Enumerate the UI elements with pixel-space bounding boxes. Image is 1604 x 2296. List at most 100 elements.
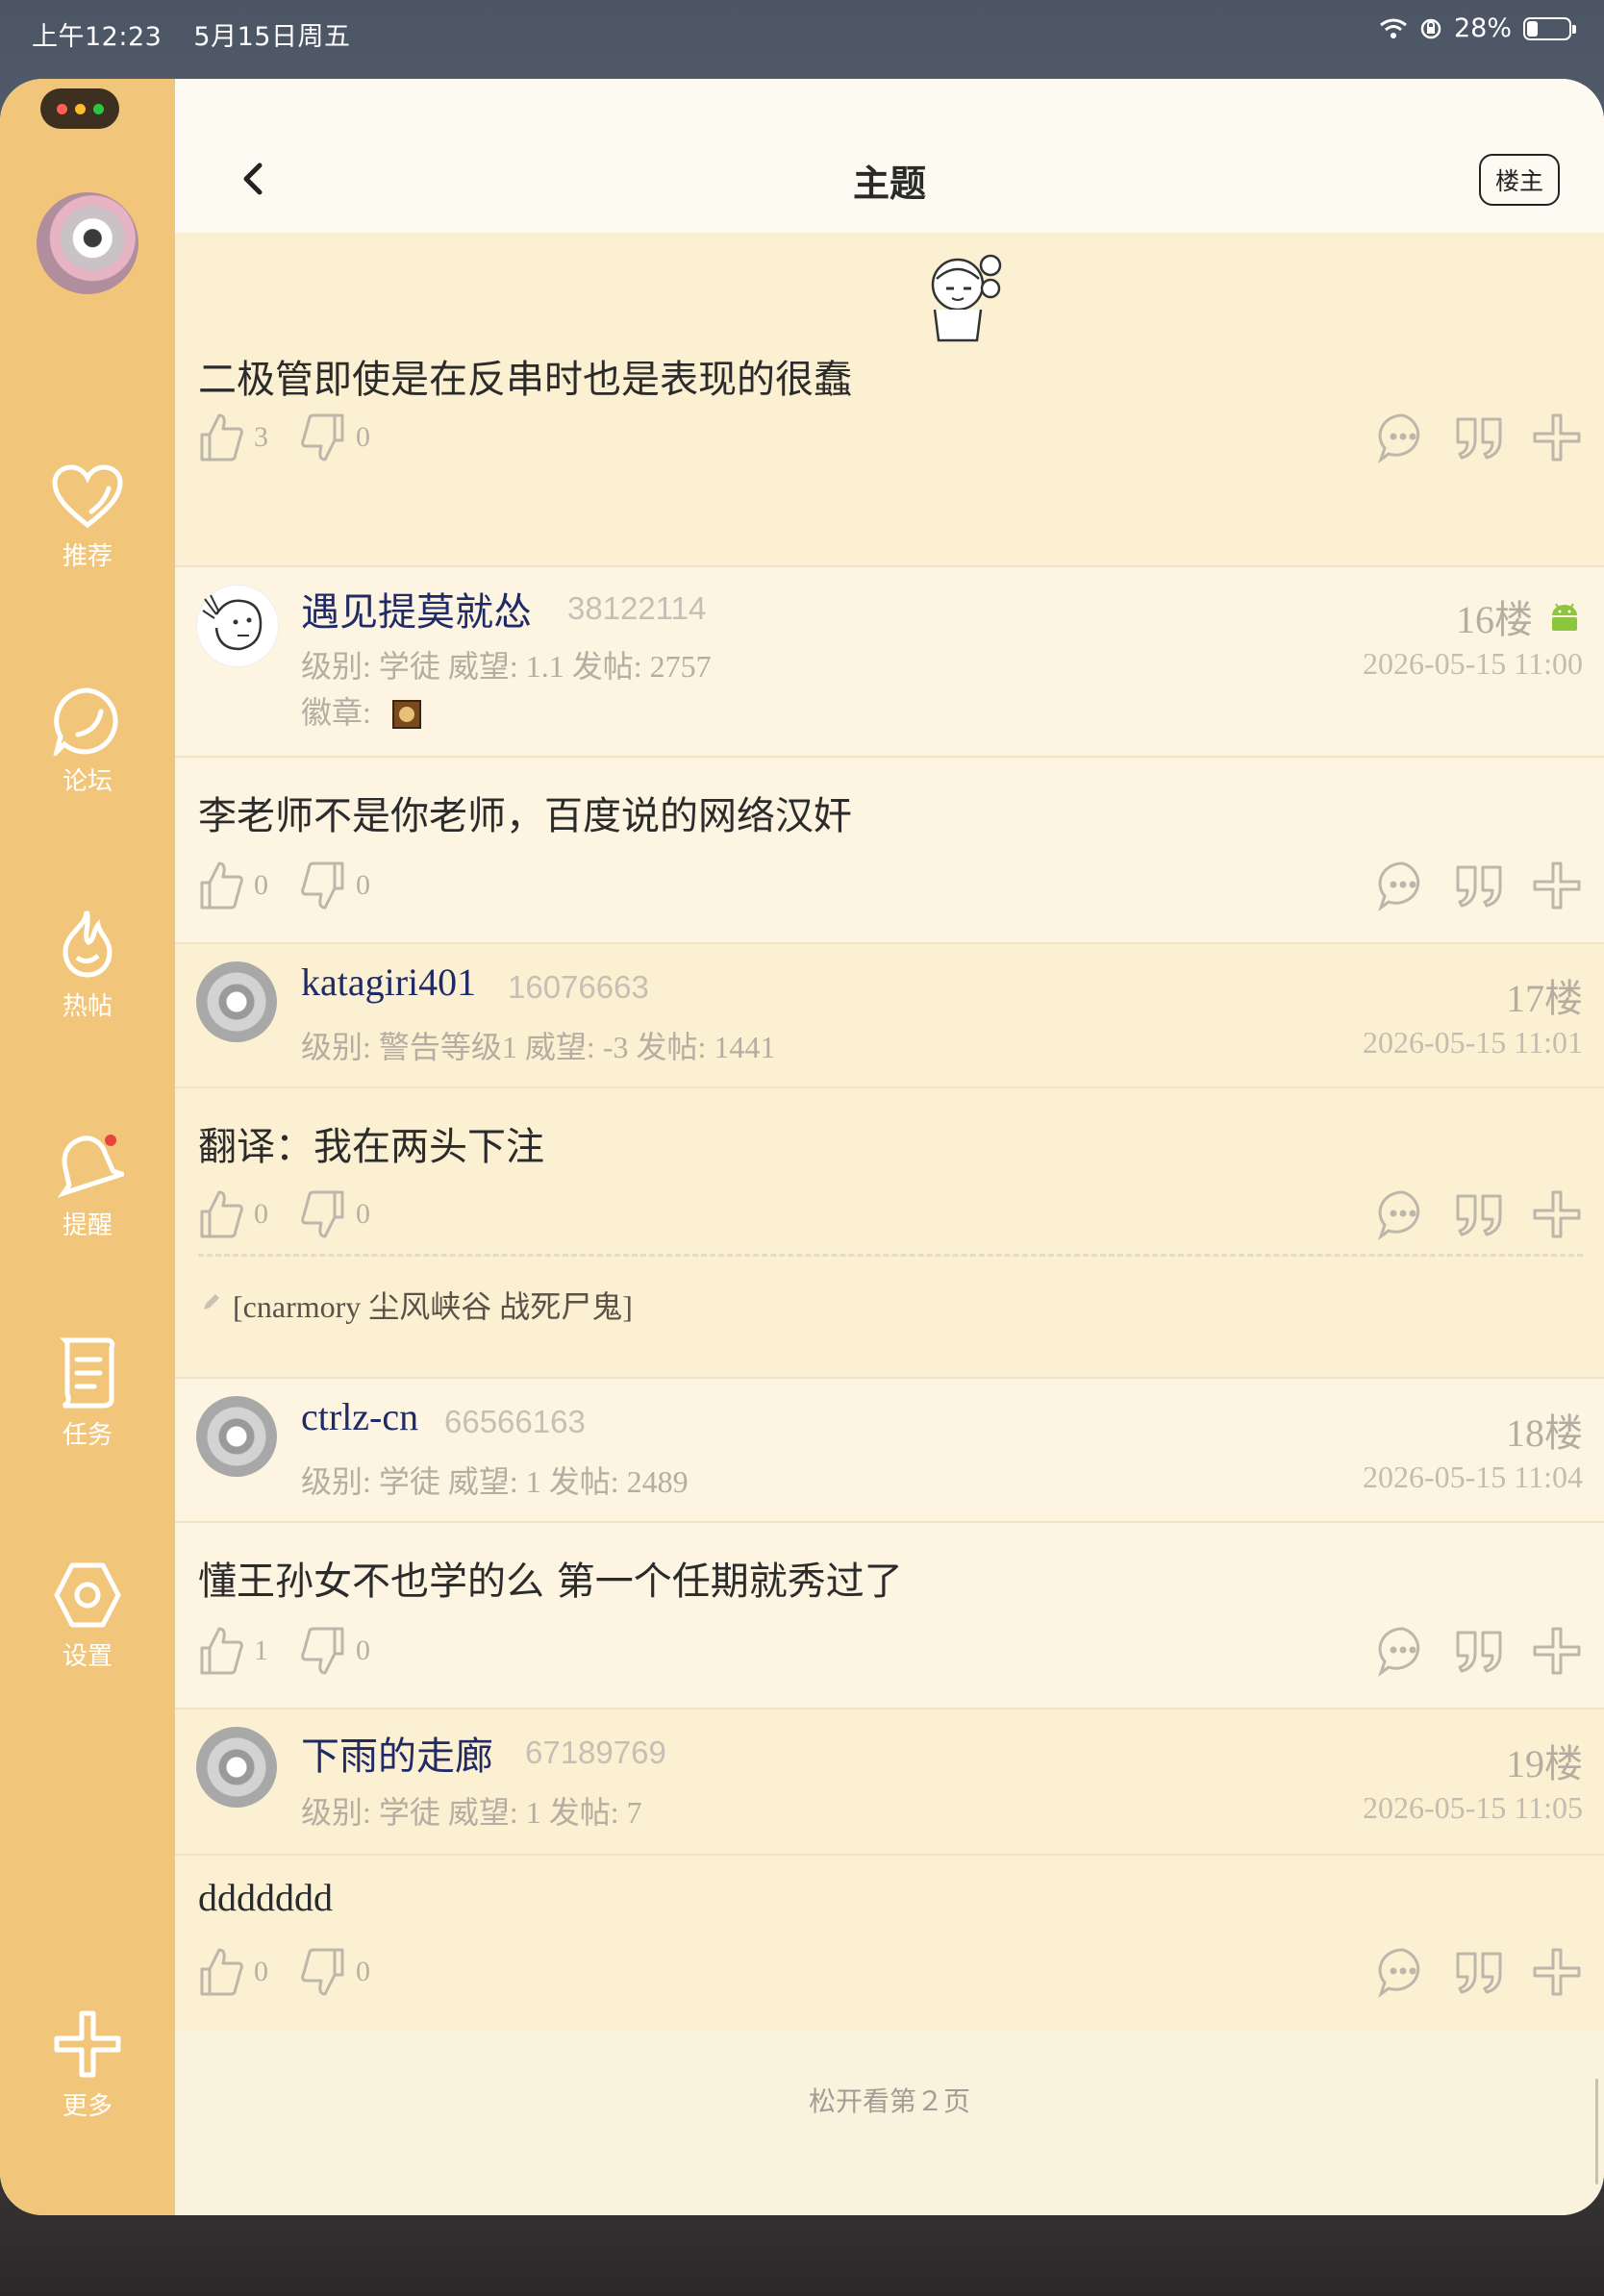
sidebar-item-tasks[interactable]: 任务 xyxy=(0,1336,175,1451)
add-icon[interactable] xyxy=(1531,412,1583,463)
floor-number: 18楼 xyxy=(1506,1411,1583,1455)
post-time: 2026-05-15 11:05 xyxy=(1362,1790,1583,1825)
sidebar-label: 任务 xyxy=(62,1421,113,1450)
add-icon[interactable] xyxy=(1531,860,1583,911)
quote-icon[interactable] xyxy=(1454,860,1506,911)
scrollbar[interactable] xyxy=(1595,2079,1598,2184)
sticker-image xyxy=(908,250,1014,346)
owner-only-button[interactable]: 楼主 xyxy=(1479,154,1560,206)
dislike-button[interactable]: 0 xyxy=(300,1946,370,1998)
dislike-button[interactable]: 0 xyxy=(300,1188,370,1240)
post-header-17: katagiri401 16076663 级别: 警告等级1 威望: -3 发帖… xyxy=(175,944,1604,1086)
post-time: 2026-05-15 11:01 xyxy=(1362,1025,1583,1060)
dislike-count: 0 xyxy=(356,1956,370,1987)
dislike-count: 0 xyxy=(356,869,370,901)
like-button[interactable]: 1 xyxy=(198,1625,268,1677)
username[interactable]: 下雨的走廊 xyxy=(301,1725,493,1781)
post-actions: 1 0 xyxy=(198,1625,1583,1683)
user-avatar[interactable] xyxy=(196,1727,277,1808)
thumbs-up-icon xyxy=(200,1627,243,1675)
window-controls[interactable] xyxy=(40,88,119,129)
dislike-count: 0 xyxy=(356,1198,370,1230)
thumbs-down-icon xyxy=(301,1948,344,1996)
quote-icon[interactable] xyxy=(1454,412,1506,463)
sidebar-item-recommend[interactable]: 推荐 xyxy=(0,463,175,572)
post-content: 懂王孙女不也学的么 第一个任期就秀过了 xyxy=(198,1560,903,1604)
like-button[interactable]: 0 xyxy=(198,1946,268,1998)
username[interactable]: katagiri401 xyxy=(301,960,476,1005)
android-icon xyxy=(1552,603,1577,631)
sidebar-item-hot[interactable]: 热帖 xyxy=(0,908,175,1022)
status-time: 上午12:23 xyxy=(32,22,163,52)
battery-percent: 28% xyxy=(1453,13,1512,43)
top-bar: 主题 楼主 xyxy=(175,79,1604,233)
pull-to-next-page-hint: 松开看第２页 xyxy=(808,2085,970,2117)
signature-divider xyxy=(198,1254,1583,1257)
sidebar-label: 热帖 xyxy=(62,992,113,1021)
user-meta: 级别: 学徒 威望: 1 发帖: 7 xyxy=(301,1795,642,1830)
user-avatar[interactable] xyxy=(196,585,279,667)
like-count: 3 xyxy=(254,421,268,453)
comment-icon[interactable] xyxy=(1377,412,1429,463)
thumbs-up-icon xyxy=(200,1190,243,1238)
post-body-18: 懂王孙女不也学的么 第一个任期就秀过了 1 0 xyxy=(175,1523,1604,1708)
comment-icon[interactable] xyxy=(1377,1946,1429,1998)
add-icon[interactable] xyxy=(1531,1946,1583,1998)
quote-icon[interactable] xyxy=(1454,1625,1506,1677)
sidebar-label: 更多 xyxy=(62,2092,113,2121)
sidebar-label: 论坛 xyxy=(62,767,113,796)
app-window: 推荐 论坛 热帖 提醒 任务 设置 更多 主题 楼主 二极管即使是在反串时也是表… xyxy=(0,79,1604,2215)
badge-label: 徽章: xyxy=(301,695,371,730)
quote-icon[interactable] xyxy=(1454,1188,1506,1240)
battery-icon xyxy=(1523,16,1576,40)
user-id: 16076663 xyxy=(508,969,649,1005)
dislike-button[interactable]: 0 xyxy=(300,412,370,463)
current-user-avatar[interactable] xyxy=(37,192,138,294)
like-count: 0 xyxy=(254,1198,268,1230)
user-meta: 级别: 学徒 威望: 1.1 发帖: 2757 xyxy=(301,649,712,684)
comment-icon[interactable] xyxy=(1377,1188,1429,1240)
floor-number: 17楼 xyxy=(1506,977,1583,1020)
dislike-button[interactable]: 0 xyxy=(300,860,370,911)
post-header-18: ctrlz-cn 66566163 级别: 学徒 威望: 1 发帖: 2489 … xyxy=(175,1379,1604,1521)
like-count: 0 xyxy=(254,1956,268,1987)
post-actions: 0 0 xyxy=(198,860,1583,917)
user-signature: [cnarmory 尘风峡谷 战死尸鬼] xyxy=(233,1289,633,1324)
quote-icon[interactable] xyxy=(1454,1946,1506,1998)
sidebar-item-settings[interactable]: 设置 xyxy=(0,1560,175,1672)
post-body-16: 李老师不是你老师，百度说的网络汉奸 0 0 xyxy=(175,758,1604,942)
sidebar-item-forum[interactable]: 论坛 xyxy=(0,686,175,797)
sidebar-item-more[interactable]: 更多 xyxy=(0,2008,175,2122)
post-time: 2026-05-15 11:04 xyxy=(1362,1460,1583,1494)
status-bar: 上午12:23 5月15日周五 28% xyxy=(0,0,1604,67)
sidebar-item-notify[interactable]: 提醒 xyxy=(0,1131,175,1241)
comment-icon[interactable] xyxy=(1377,1625,1429,1677)
like-button[interactable]: 0 xyxy=(198,860,268,911)
comment-icon[interactable] xyxy=(1377,860,1429,911)
user-avatar[interactable] xyxy=(196,961,277,1042)
like-button[interactable]: 0 xyxy=(198,1188,268,1240)
user-id: 38122114 xyxy=(567,590,707,626)
post-content: 翻译：我在两头下注 xyxy=(198,1125,544,1169)
username[interactable]: ctrlz-cn xyxy=(301,1394,418,1439)
user-avatar[interactable] xyxy=(196,1396,277,1477)
user-meta: 级别: 学徒 威望: 1 发帖: 2489 xyxy=(301,1464,689,1499)
add-icon[interactable] xyxy=(1531,1188,1583,1240)
thumbs-down-icon xyxy=(301,413,344,462)
heart-icon xyxy=(52,464,123,529)
thumbs-down-icon xyxy=(301,1627,344,1675)
badge-icon[interactable] xyxy=(392,700,421,729)
add-icon[interactable] xyxy=(1531,1625,1583,1677)
post-content: ddddddd xyxy=(198,1876,333,1919)
like-button[interactable]: 3 xyxy=(198,412,268,463)
dislike-button[interactable]: 0 xyxy=(300,1625,370,1677)
user-meta: 级别: 警告等级1 威望: -3 发帖: 1441 xyxy=(301,1030,776,1064)
floor-number: 19楼 xyxy=(1506,1742,1583,1785)
dislike-count: 0 xyxy=(356,421,370,453)
thumbs-down-icon xyxy=(301,1190,344,1238)
thumbs-up-icon xyxy=(200,413,243,462)
username[interactable]: 遇见提莫就怂 xyxy=(301,581,532,636)
sidebar-label: 提醒 xyxy=(62,1211,113,1240)
sidebar: 推荐 论坛 热帖 提醒 任务 设置 更多 xyxy=(0,79,175,2215)
sidebar-label: 推荐 xyxy=(62,542,113,571)
